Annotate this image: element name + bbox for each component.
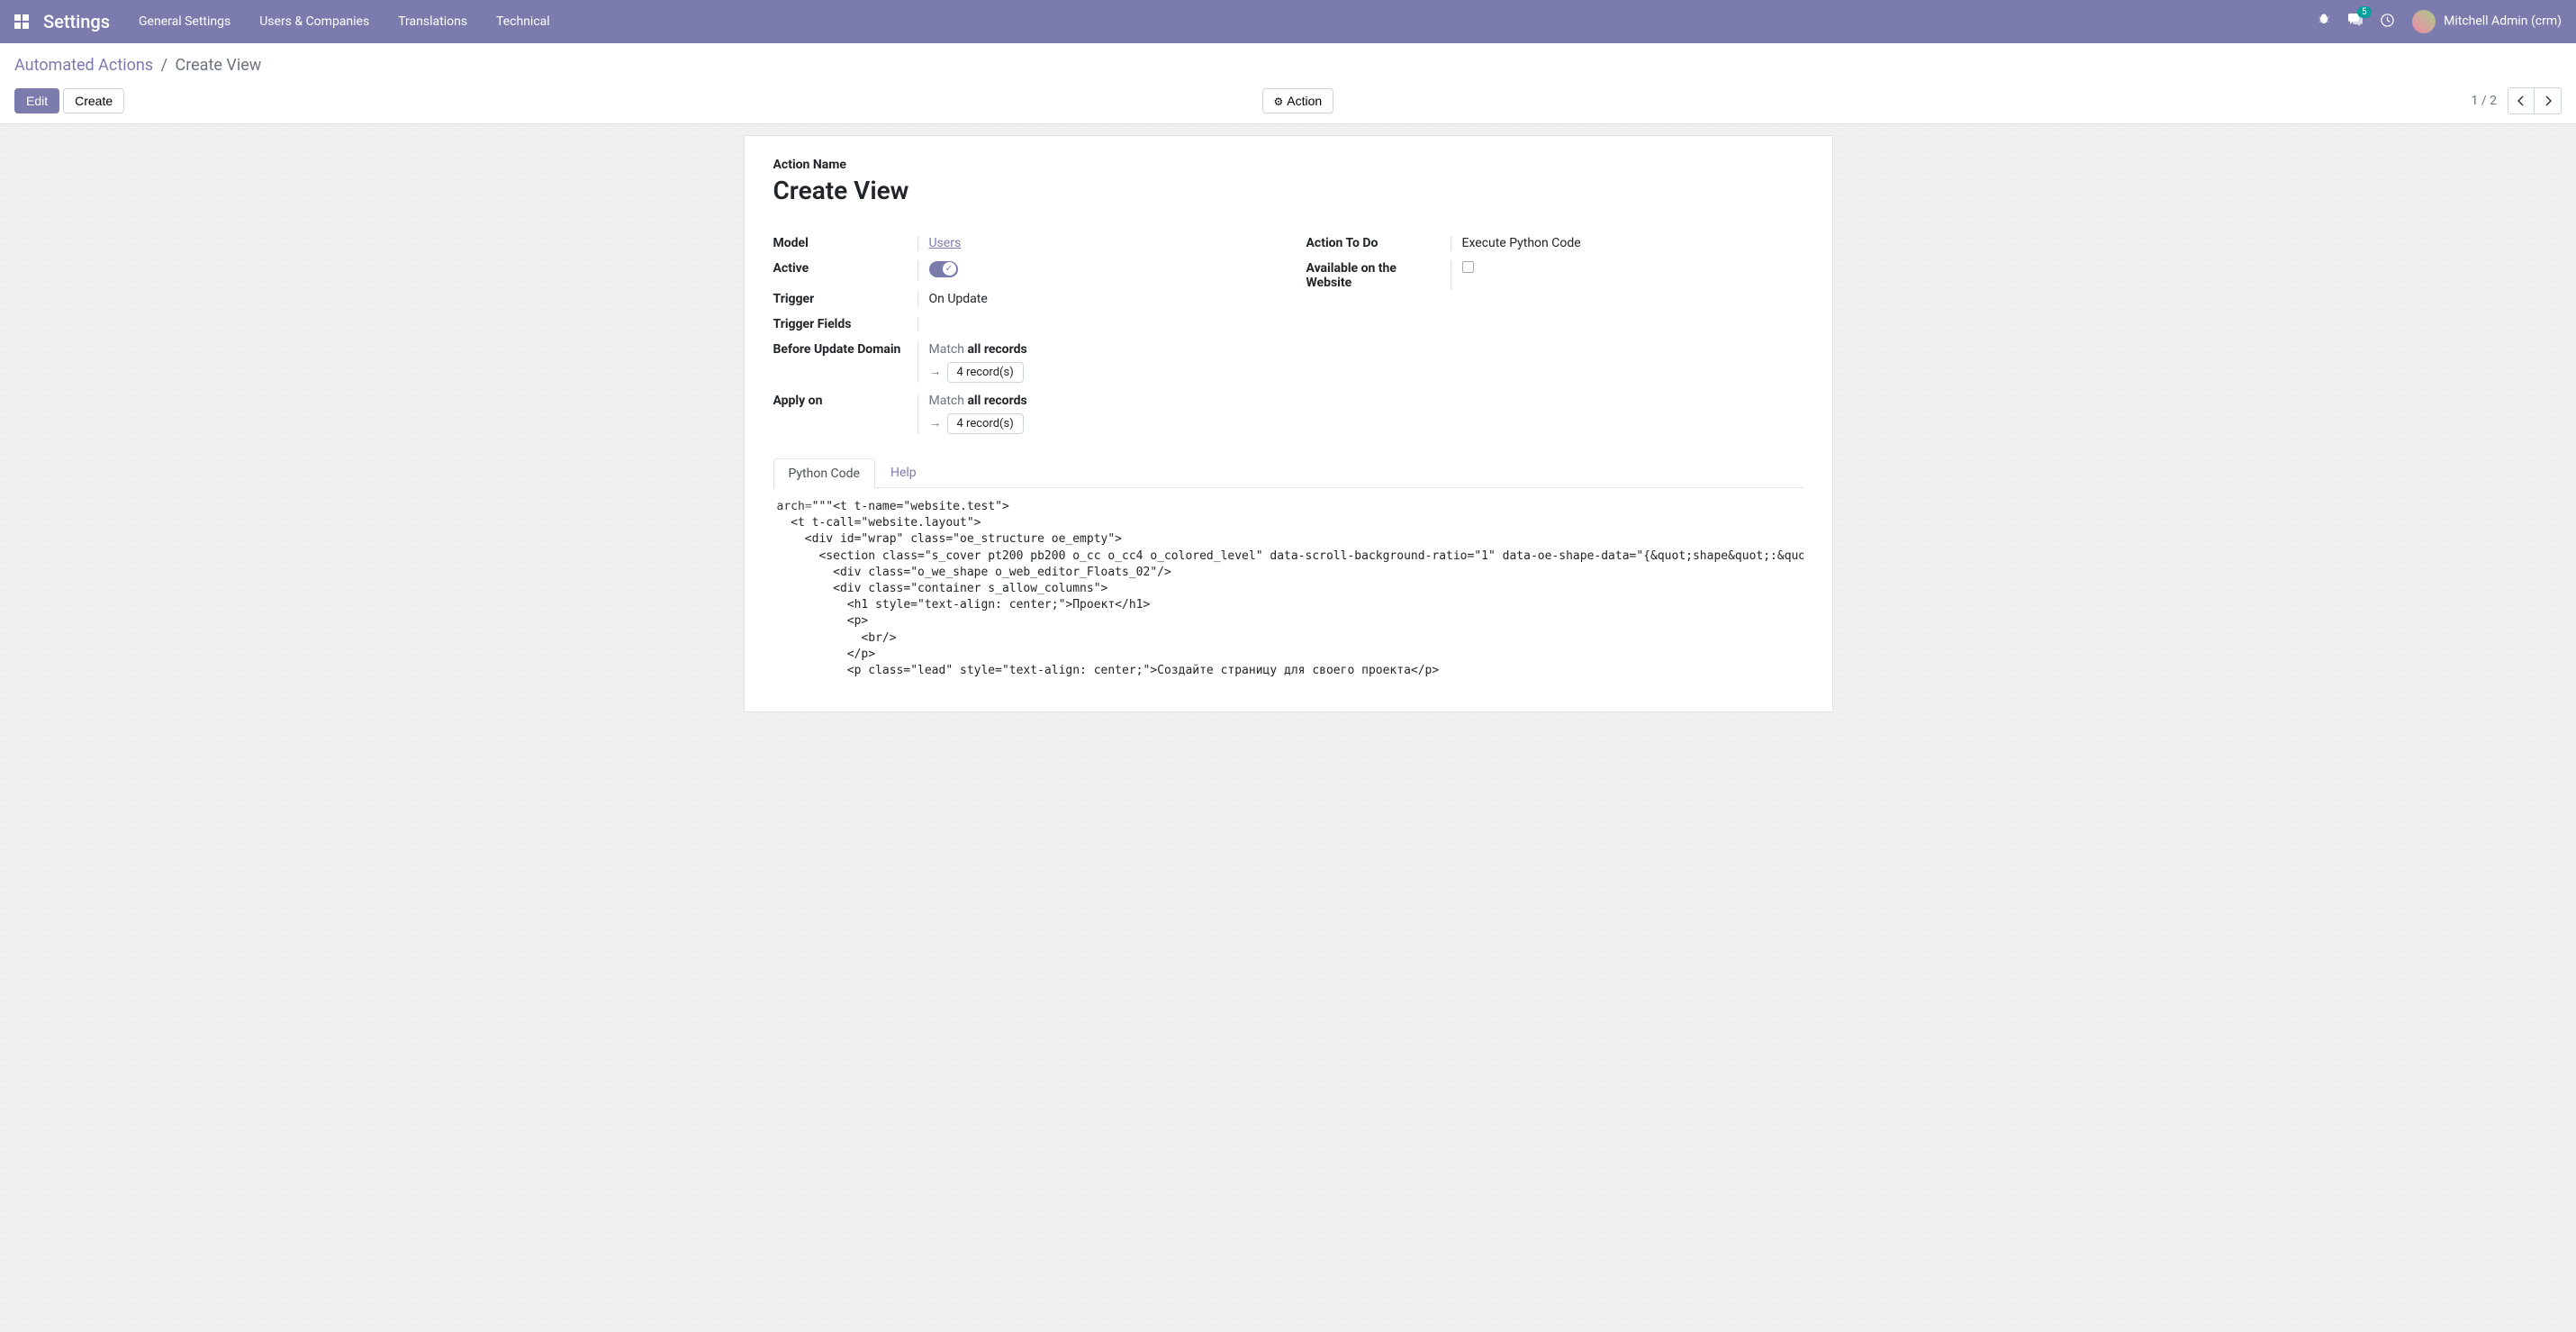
- bug-icon[interactable]: [2318, 14, 2330, 30]
- label-trigger: Trigger: [773, 292, 917, 306]
- nav-users-companies[interactable]: Users & Companies: [259, 14, 369, 29]
- apps-icon[interactable]: [14, 14, 29, 29]
- control-panel: Automated Actions / Create View Edit Cre…: [0, 43, 2576, 124]
- form-fields: Model Users Active Trigger On Update Tri…: [773, 231, 1803, 439]
- tab-python-code[interactable]: Python Code: [773, 458, 875, 488]
- pager-nav: [2508, 87, 2562, 114]
- available-website-checkbox[interactable]: [1462, 261, 1474, 273]
- field-before-update-domain: Before Update Domain Match all records →…: [773, 337, 1270, 388]
- match-text-1: Match all records: [929, 342, 1027, 357]
- pager-text[interactable]: 1 / 2: [2472, 94, 2497, 108]
- field-trigger: Trigger On Update: [773, 286, 1270, 312]
- action-button[interactable]: Action: [1262, 88, 1334, 113]
- label-action-to-do: Action To Do: [1306, 236, 1451, 250]
- user-name: Mitchell Admin (crm): [2444, 14, 2562, 29]
- action-name-value: Create View: [773, 176, 1803, 205]
- python-code-block: arch="""<t t-name="website.test"> <t t-c…: [773, 488, 1803, 690]
- user-menu[interactable]: Mitchell Admin (crm): [2412, 10, 2562, 33]
- top-navbar: Settings General Settings Users & Compan…: [0, 0, 2576, 43]
- field-model: Model Users: [773, 231, 1270, 256]
- field-trigger-fields: Trigger Fields: [773, 312, 1270, 337]
- breadcrumb-current: Create View: [175, 56, 261, 75]
- field-available-website: Available on the Website: [1306, 256, 1803, 295]
- arrow-icon: →: [929, 365, 942, 379]
- pager-next-button[interactable]: [2535, 87, 2562, 114]
- records-button-1[interactable]: 4 record(s): [947, 362, 1024, 383]
- field- action-to-do: Action To Do Execute Python Code: [1306, 231, 1803, 256]
- tab-help[interactable]: Help: [875, 458, 932, 487]
- arrow-icon: →: [929, 416, 942, 430]
- tabs: Python Code Help: [773, 458, 1803, 488]
- label-trigger-fields: Trigger Fields: [773, 317, 917, 331]
- action-name-label: Action Name: [773, 158, 1803, 172]
- breadcrumb-sep: /: [161, 56, 167, 75]
- messages-icon[interactable]: 5: [2348, 14, 2363, 30]
- label-active: Active: [773, 261, 917, 281]
- match-text-2: Match all records: [929, 394, 1027, 408]
- cp-bottom: Edit Create Action 1 / 2: [14, 82, 2562, 123]
- value-trigger: On Update: [929, 292, 988, 306]
- clock-icon[interactable]: [2381, 14, 2394, 31]
- edit-button[interactable]: Edit: [14, 88, 59, 113]
- title-section: Action Name Create View: [773, 158, 1803, 205]
- nav-menu: General Settings Users & Companies Trans…: [139, 14, 2318, 29]
- cp-right: 1 / 2: [2472, 87, 2562, 114]
- app-brand: Settings: [43, 11, 110, 32]
- cp-center: Action: [124, 88, 2471, 113]
- label-before-update-domain: Before Update Domain: [773, 342, 917, 383]
- form-sheet: Action Name Create View Model Users Acti…: [744, 135, 1833, 712]
- label-model: Model: [773, 236, 917, 250]
- field-apply-on: Apply on Match all records → 4 record(s): [773, 388, 1270, 439]
- nav-general-settings[interactable]: General Settings: [139, 14, 230, 29]
- nav-right: 5 Mitchell Admin (crm): [2318, 10, 2562, 33]
- code-op: =: [805, 500, 812, 513]
- code-key: arch: [777, 500, 805, 513]
- message-count-badge: 5: [2357, 6, 2372, 18]
- content-area: Action Name Create View Model Users Acti…: [0, 124, 2576, 723]
- active-toggle[interactable]: [929, 261, 958, 277]
- label-apply-on: Apply on: [773, 394, 917, 434]
- code-body: """<t t-name="website.test"> <t t-call="…: [777, 500, 1803, 677]
- value-action-to-do: Execute Python Code: [1462, 236, 1581, 250]
- chevron-left-icon: [2517, 95, 2525, 106]
- cp-left: Edit Create: [14, 88, 124, 113]
- chevron-right-icon: [2544, 95, 2552, 106]
- nav-technical[interactable]: Technical: [496, 14, 550, 29]
- breadcrumb-parent[interactable]: Automated Actions: [14, 56, 153, 75]
- create-button[interactable]: Create: [63, 88, 124, 113]
- form-col-right: Action To Do Execute Python Code Availab…: [1306, 231, 1803, 439]
- records-button-2[interactable]: 4 record(s): [947, 413, 1024, 434]
- avatar: [2412, 10, 2436, 33]
- value-model[interactable]: Users: [929, 236, 962, 250]
- pager-prev-button[interactable]: [2508, 87, 2535, 114]
- nav-translations[interactable]: Translations: [398, 14, 467, 29]
- field-active: Active: [773, 256, 1270, 286]
- form-col-left: Model Users Active Trigger On Update Tri…: [773, 231, 1270, 439]
- breadcrumb: Automated Actions / Create View: [14, 52, 2562, 82]
- label-available-website: Available on the Website: [1306, 261, 1451, 290]
